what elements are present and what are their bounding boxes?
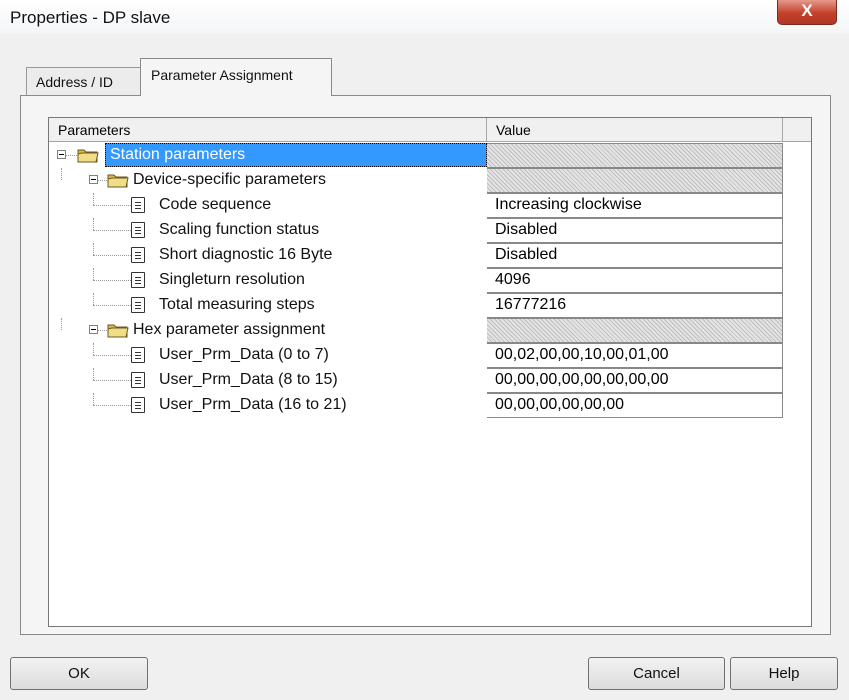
parameter-document-icon [131, 247, 145, 263]
tab-address-id[interactable]: Address / ID [26, 67, 142, 95]
parameter-value-cell[interactable]: 00,00,00,00,00,00 [487, 393, 783, 418]
window-title: Properties - DP slave [10, 8, 171, 27]
tree-line [93, 205, 135, 206]
column-header-value[interactable]: Value [487, 118, 783, 142]
parameter-document-icon [131, 297, 145, 313]
tree-folder-row[interactable]: Station parameters [49, 143, 811, 168]
parameter-value-cell[interactable]: 4096 [487, 268, 783, 293]
ok-button[interactable]: OK [10, 657, 148, 690]
parameter-name: Device-specific parameters [133, 171, 326, 188]
parameter-value-cell[interactable]: Increasing clockwise [487, 193, 783, 218]
tree-line [93, 230, 135, 231]
parameter-name: User_Prm_Data (0 to 7) [159, 346, 329, 363]
parameter-name: Short diagnostic 16 Byte [159, 246, 333, 263]
parameter-document-icon [131, 272, 145, 288]
tree-line [93, 380, 135, 381]
parameter-document-icon [131, 222, 145, 238]
tab-parameter-assignment[interactable]: Parameter Assignment [140, 58, 332, 96]
tree-item-row[interactable]: User_Prm_Data (8 to 15) 00,00,00,00,00,00… [49, 368, 811, 393]
tree-line [98, 330, 107, 331]
title-bar[interactable]: Properties - DP slave X [0, 0, 849, 34]
parameter-grid[interactable]: Parameters Value Station parameters Devic… [48, 117, 812, 627]
tree-line [93, 193, 94, 205]
tree-line [93, 280, 135, 281]
collapse-toggle-icon[interactable] [57, 150, 66, 159]
disabled-value-cell [487, 168, 783, 193]
tree-item-row[interactable]: Code sequence Increasing clockwise [49, 193, 811, 218]
tree-item-row[interactable]: User_Prm_Data (16 to 21) 00,00,00,00,00,0… [49, 393, 811, 418]
column-header-value-label: Value [496, 122, 531, 138]
tree-line [93, 268, 94, 280]
column-header-parameters-label: Parameters [58, 122, 131, 138]
disabled-value-cell [487, 318, 783, 343]
column-header-parameters[interactable]: Parameters [49, 118, 487, 142]
parameter-name: Singleturn resolution [159, 271, 305, 288]
collapse-toggle-icon[interactable] [89, 175, 98, 184]
tree-line [93, 355, 135, 356]
parameter-document-icon [131, 347, 145, 363]
parameter-value-cell[interactable]: 00,02,00,00,10,00,01,00 [487, 343, 783, 368]
parameter-name: Station parameters [105, 143, 487, 167]
tree-line [66, 155, 77, 156]
parameter-name: User_Prm_Data (8 to 15) [159, 371, 338, 388]
close-icon: X [801, 1, 813, 20]
tree-line [93, 393, 94, 405]
collapse-toggle-icon[interactable] [89, 325, 98, 334]
parameter-value-cell[interactable]: Disabled [487, 243, 783, 268]
tab-parameter-assignment-label: Parameter Assignment [151, 67, 293, 83]
tree-item-row[interactable]: Short diagnostic 16 Byte Disabled [49, 243, 811, 268]
parameter-name: User_Prm_Data (16 to 21) [159, 396, 347, 413]
disabled-value-cell [487, 143, 783, 168]
tree-line [93, 218, 94, 230]
parameter-value-cell[interactable]: 16777216 [487, 293, 783, 318]
tree-line [93, 293, 94, 305]
parameter-name: Scaling function status [159, 221, 320, 238]
tree-folder-row[interactable]: Device-specific parameters [49, 168, 811, 193]
tree-line [61, 318, 62, 330]
folder-icon [107, 322, 129, 338]
parameter-name: Total measuring steps [159, 296, 315, 313]
parameter-document-icon [131, 372, 145, 388]
folder-icon [107, 172, 129, 188]
tree-item-row[interactable]: User_Prm_Data (0 to 7) 00,02,00,00,10,00,… [49, 343, 811, 368]
tree-line [93, 305, 135, 306]
tree-item-row[interactable]: Singleturn resolution 4096 [49, 268, 811, 293]
tab-address-id-label: Address / ID [36, 74, 114, 90]
cancel-button[interactable]: Cancel [588, 657, 725, 690]
parameter-name: Hex parameter assignment [133, 321, 326, 338]
parameter-value-cell[interactable]: 00,00,00,00,00,00,00,00 [487, 368, 783, 393]
properties-dialog: Properties - DP slave X Address / ID Par… [0, 0, 849, 700]
tree-line [93, 255, 135, 256]
column-header-filler [783, 118, 811, 142]
close-button[interactable]: X [777, 0, 837, 25]
parameter-document-icon [131, 197, 145, 213]
parameter-value-cell[interactable]: Disabled [487, 218, 783, 243]
parameter-name: Code sequence [159, 196, 272, 213]
parameter-document-icon [131, 397, 145, 413]
tree-line [61, 168, 62, 180]
tree-item-row[interactable]: Scaling function status Disabled [49, 218, 811, 243]
help-button[interactable]: Help [730, 657, 838, 690]
tree-line [93, 368, 94, 380]
tree-line [98, 180, 107, 181]
tree-folder-row[interactable]: Hex parameter assignment [49, 318, 811, 343]
tree-line [93, 343, 94, 355]
tree-line [93, 405, 135, 406]
tree-line [93, 243, 94, 255]
folder-icon [77, 147, 99, 163]
tree-item-row[interactable]: Total measuring steps 16777216 [49, 293, 811, 318]
